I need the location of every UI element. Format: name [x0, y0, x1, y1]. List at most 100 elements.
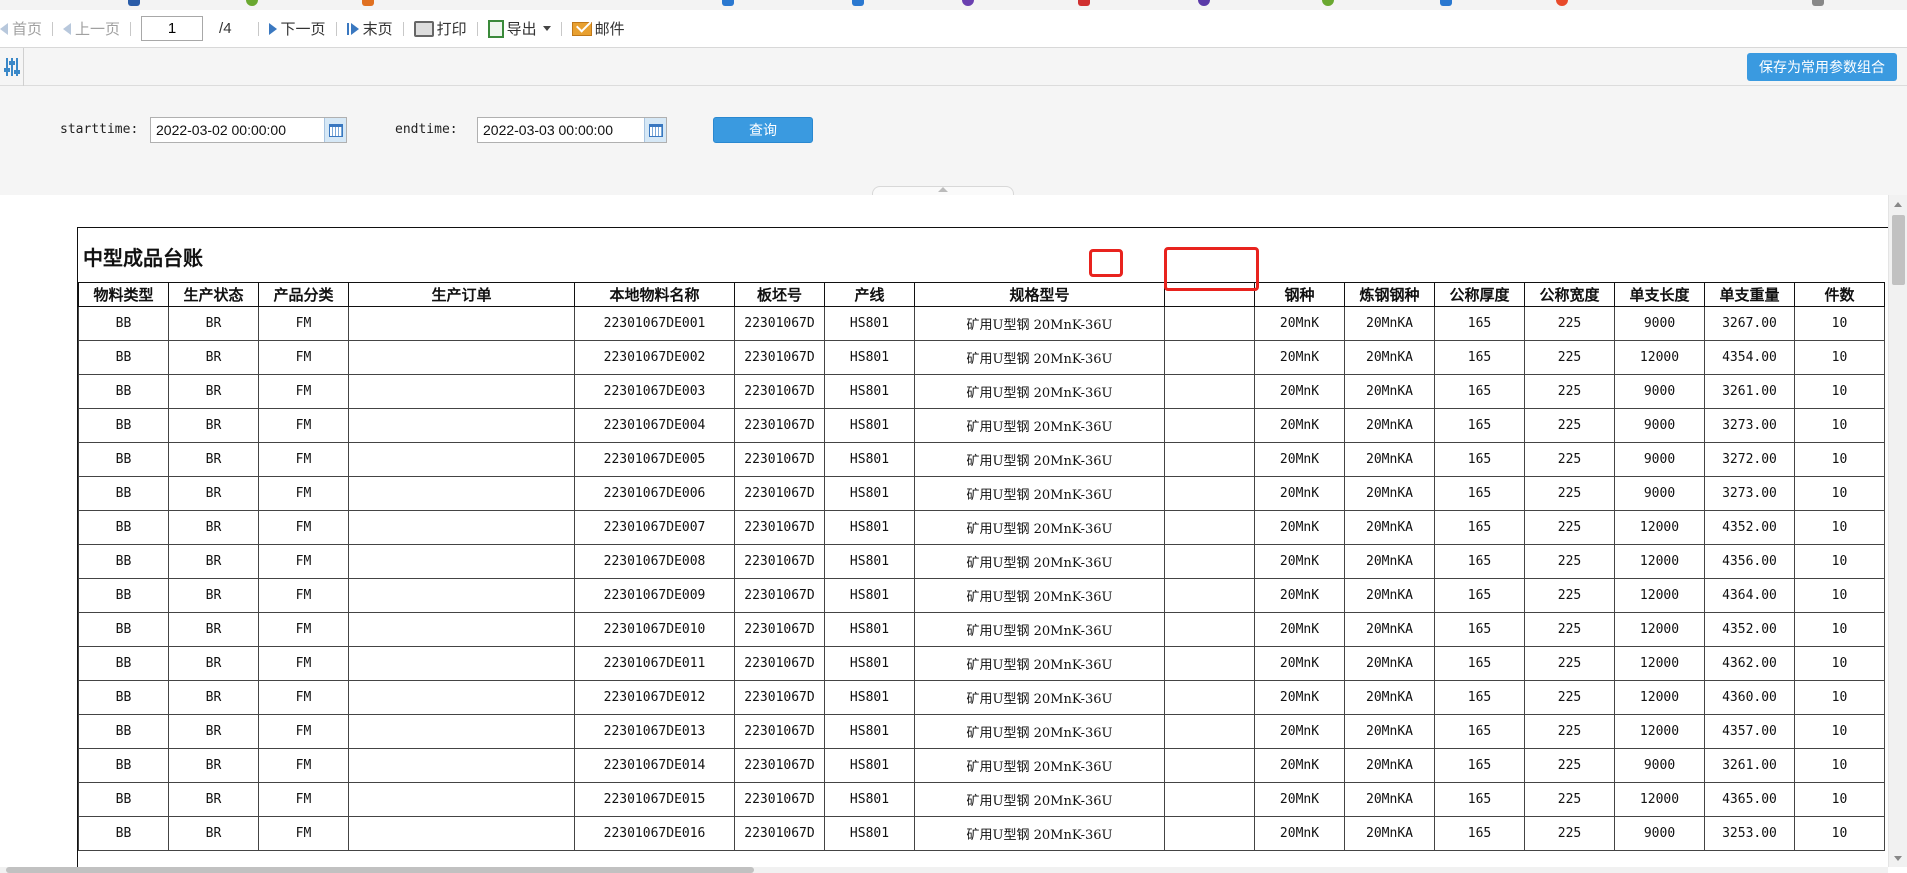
bookmark-icon[interactable]: [1556, 0, 1568, 6]
table-cell: FM: [258, 578, 349, 613]
toolbar-divider: [130, 21, 132, 36]
table-cell: BR: [168, 510, 259, 545]
table-cell: 22301067DE010: [574, 612, 735, 647]
bookmark-icon[interactable]: [1078, 0, 1090, 6]
scroll-up-icon[interactable]: [1894, 202, 1902, 207]
param-settings-button[interactable]: [0, 48, 24, 86]
table-cell: 12000: [1614, 544, 1705, 579]
table-cell: BB: [78, 510, 169, 545]
table-row: BB BR FM 22301067DE008 22301067D HS801 矿用U型钢 2…: [78, 544, 1885, 579]
starttime-input[interactable]: [151, 118, 324, 142]
table-cell: 165: [1434, 374, 1525, 409]
starttime-calendar-button[interactable]: [324, 118, 346, 142]
table-cell: BR: [168, 680, 259, 715]
vertical-scrollbar[interactable]: [1888, 195, 1907, 867]
bookmark-icon[interactable]: [962, 0, 974, 6]
table-row: BB BR FM 22301067DE005 22301067D HS801 矿用U型钢 2…: [78, 442, 1885, 477]
table-cell: 225: [1524, 442, 1615, 477]
table-row: BB BR FM 22301067DE010 22301067D HS801 矿用U型钢 2…: [78, 612, 1885, 647]
horizontal-scrollbar[interactable]: [0, 867, 1888, 873]
bookmark-icon[interactable]: [1198, 0, 1210, 6]
table-cell: HS801: [824, 646, 915, 681]
table-cell: 22301067DE013: [574, 714, 735, 749]
table-cell: 22301067DE001: [574, 306, 735, 341]
table-cell: 225: [1524, 578, 1615, 613]
table-cell: 20MnKA: [1344, 646, 1435, 681]
table-cell: 4362.00: [1704, 646, 1795, 681]
last-page-button[interactable]: 末页: [343, 17, 397, 41]
table-row: BB BR FM 22301067DE016 22301067D HS801 矿用U型钢 2…: [78, 816, 1885, 851]
scroll-down-icon[interactable]: [1894, 856, 1902, 861]
table-cell: 165: [1434, 578, 1525, 613]
table-cell: HS801: [824, 476, 915, 511]
table-cell: BB: [78, 612, 169, 647]
endtime-field[interactable]: [477, 117, 667, 143]
bookmark-icon[interactable]: [722, 0, 734, 6]
table-cell: 22301067DE004: [574, 408, 735, 443]
table-cell: 10: [1794, 646, 1885, 681]
table-cell: BB: [78, 646, 169, 681]
table-cell: 225: [1524, 510, 1615, 545]
export-icon: [487, 19, 504, 38]
bookmark-icon[interactable]: [1322, 0, 1334, 6]
scrollbar-thumb[interactable]: [1892, 215, 1905, 285]
export-button[interactable]: 导出: [484, 17, 555, 41]
next-page-button[interactable]: 下一页: [265, 17, 330, 41]
page-number-input[interactable]: [141, 16, 204, 41]
bookmark-icon[interactable]: [1440, 0, 1452, 6]
table-cell: 22301067D: [734, 510, 825, 545]
table-cell: 10: [1794, 680, 1885, 715]
column-header: 本地物料名称: [574, 282, 735, 307]
table-cell: [348, 748, 575, 783]
table-cell: 20MnKA: [1344, 340, 1435, 375]
table-cell: 矿用U型钢 20MnK-36U: [914, 612, 1165, 647]
table-cell: [348, 408, 575, 443]
table-cell: 20MnK: [1254, 442, 1345, 477]
table-cell: BB: [78, 306, 169, 341]
print-button[interactable]: 打印: [410, 17, 471, 41]
table-cell: 225: [1524, 646, 1615, 681]
bookmark-icon[interactable]: [128, 0, 140, 6]
table-cell: BR: [168, 782, 259, 817]
first-page-button[interactable]: 首页: [0, 17, 46, 41]
table-cell: HS801: [824, 680, 915, 715]
table-cell: 10: [1794, 816, 1885, 851]
column-header: 件数: [1794, 282, 1885, 307]
table-cell: 22301067D: [734, 442, 825, 477]
next-arrow-icon: [268, 22, 277, 35]
table-cell: FM: [258, 714, 349, 749]
mail-button[interactable]: 邮件: [568, 17, 629, 41]
bookmark-icon[interactable]: [1812, 0, 1824, 6]
calendar-icon: [648, 123, 663, 137]
table-cell: 22301067DE015: [574, 782, 735, 817]
scrollbar-thumb[interactable]: [6, 867, 754, 873]
bookmark-icon[interactable]: [852, 0, 864, 6]
prev-arrow-icon: [63, 22, 72, 35]
table-cell: [348, 544, 575, 579]
endtime-input[interactable]: [478, 118, 644, 142]
table-cell: FM: [258, 646, 349, 681]
mail-icon: [571, 21, 592, 36]
table-cell: BR: [168, 748, 259, 783]
save-param-combo-button[interactable]: 保存为常用参数组合: [1747, 53, 1897, 81]
ledger-table: 物料类型 生产状态 产品分类 生产订单 本地物料名称 板坯号 产线 规格型号 钢种 炼钢钢种 公称厚…: [78, 282, 1885, 851]
table-cell: [1164, 306, 1255, 341]
table-cell: 矿用U型钢 20MnK-36U: [914, 306, 1165, 341]
table-cell: [1164, 680, 1255, 715]
table-cell: 3272.00: [1704, 442, 1795, 477]
table-cell: 3261.00: [1704, 748, 1795, 783]
table-cell: 20MnKA: [1344, 816, 1435, 851]
table-cell: 4357.00: [1704, 714, 1795, 749]
table-cell: [348, 374, 575, 409]
prev-page-button[interactable]: 上一页: [59, 17, 124, 41]
table-cell: BR: [168, 340, 259, 375]
table-cell: [348, 680, 575, 715]
table-cell: BB: [78, 714, 169, 749]
table-cell: 10: [1794, 340, 1885, 375]
endtime-calendar-button[interactable]: [644, 118, 666, 142]
bookmark-icon[interactable]: [246, 0, 258, 6]
query-button[interactable]: 查询: [713, 117, 813, 143]
bookmark-icon[interactable]: [362, 0, 374, 6]
table-cell: [1164, 476, 1255, 511]
starttime-field[interactable]: [150, 117, 347, 143]
